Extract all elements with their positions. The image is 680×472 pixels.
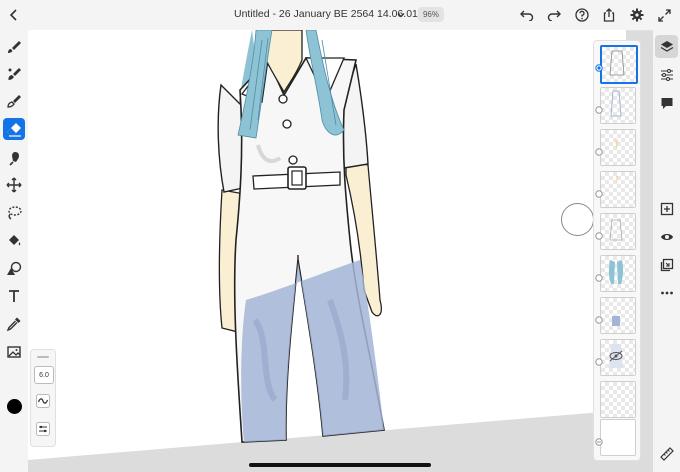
image-tool[interactable] [3, 341, 25, 363]
layers-panel [593, 40, 641, 461]
layer-thumbnail[interactable] [600, 45, 638, 84]
text-icon [9, 290, 19, 302]
layer-thumbnail[interactable] [600, 171, 636, 208]
artwork [28, 30, 626, 460]
title-menu-button[interactable] [394, 4, 408, 26]
layer-options-icon[interactable] [595, 143, 603, 156]
gear-icon [630, 8, 644, 22]
share-icon [603, 8, 615, 22]
comments-button[interactable] [655, 91, 678, 114]
help-button[interactable] [571, 4, 593, 26]
transform-icon [6, 177, 22, 193]
layer-options-icon[interactable] [595, 269, 603, 282]
more-options-button[interactable] [655, 281, 678, 304]
eyedropper-tool[interactable] [3, 313, 25, 335]
brush-smoothing-button[interactable] [34, 392, 52, 410]
lasso-icon [8, 206, 22, 220]
ruler-icon [659, 446, 674, 461]
pixel-brush-tool[interactable] [3, 36, 25, 58]
layers-button[interactable] [655, 35, 678, 58]
text-tool[interactable] [3, 285, 25, 307]
settings-button[interactable] [626, 4, 648, 26]
layer-thumbnail[interactable] [600, 129, 636, 166]
image-icon [7, 346, 21, 358]
back-button[interactable] [3, 4, 25, 26]
layer-thumbnail[interactable] [600, 297, 636, 334]
layer-options-icon[interactable] [595, 101, 603, 114]
brush-settings-panel: 6.0 [30, 349, 56, 447]
panel-grip[interactable] [37, 356, 49, 358]
vector-brush-icon [7, 95, 21, 108]
brush-settings-button[interactable] [34, 420, 52, 438]
drawing-canvas[interactable] [28, 30, 626, 472]
add-layer-icon [660, 202, 673, 215]
layer-options-icon[interactable] [595, 227, 603, 240]
layer-visibility-button[interactable] [655, 225, 678, 248]
smudge-tool[interactable] [3, 147, 25, 169]
layer-thumbnail[interactable] [600, 339, 636, 376]
layer-properties-button[interactable] [655, 63, 678, 86]
live-brush-tool[interactable] [3, 63, 25, 85]
eraser-icon [7, 123, 21, 137]
layer-thumbnail[interactable] [600, 87, 636, 124]
layer-properties-icon [660, 68, 673, 81]
brush-size-value[interactable]: 6.0 [34, 366, 54, 384]
shapes-icon [7, 261, 22, 275]
current-color-swatch[interactable] [7, 399, 22, 414]
fullscreen-button[interactable] [653, 4, 675, 26]
more-icon [660, 291, 673, 294]
redo-button[interactable] [543, 4, 565, 26]
help-icon [575, 8, 589, 22]
lasso-tool[interactable] [3, 202, 25, 224]
eyedropper-icon [6, 317, 21, 332]
merge-down-icon [660, 258, 673, 271]
brush-stroke-icon [36, 394, 50, 408]
layer-thumbnail[interactable] [600, 381, 636, 418]
undo-button[interactable] [516, 4, 538, 26]
eraser-tool[interactable] [3, 118, 25, 140]
transform-tool[interactable] [3, 174, 25, 196]
layer-thumbnail[interactable] [600, 213, 636, 250]
fill-icon [9, 235, 21, 246]
visibility-icon [660, 233, 673, 240]
brush-settings-icon [36, 422, 50, 436]
fill-tool[interactable] [3, 230, 25, 252]
home-indicator [249, 463, 431, 467]
background-layer-thumbnail[interactable] [600, 419, 636, 456]
touch-shortcut[interactable] [561, 203, 594, 236]
redo-icon [547, 10, 561, 21]
pixel-brush-icon [8, 41, 21, 53]
comments-icon [661, 97, 672, 109]
live-brush-icon [8, 68, 21, 80]
add-layer-button[interactable] [655, 197, 678, 220]
smudge-icon [9, 152, 19, 166]
layer-selected-icon[interactable] [595, 59, 603, 72]
vector-brush-tool[interactable] [3, 90, 25, 112]
layers-icon [660, 40, 673, 52]
layer-options-icon[interactable] [595, 433, 603, 446]
layer-options-icon[interactable] [595, 311, 603, 324]
share-button[interactable] [598, 4, 620, 26]
expand-icon [657, 8, 671, 22]
merge-down-button[interactable] [655, 253, 678, 276]
chevron-down-icon [397, 13, 405, 18]
top-bar: Untitled - 26 January BE 2564 14.06.01 *… [0, 0, 680, 31]
undo-icon [520, 10, 534, 21]
tool-bar [0, 30, 28, 472]
chevron-left-icon [9, 9, 17, 21]
layer-options-icon[interactable] [595, 185, 603, 198]
right-tool-bar [653, 30, 680, 472]
ruler-button[interactable] [655, 442, 678, 465]
layer-options-icon[interactable] [595, 353, 603, 366]
layer-thumbnail[interactable] [600, 255, 636, 292]
zoom-level[interactable]: 96% [418, 7, 444, 22]
shapes-tool[interactable] [3, 258, 25, 280]
